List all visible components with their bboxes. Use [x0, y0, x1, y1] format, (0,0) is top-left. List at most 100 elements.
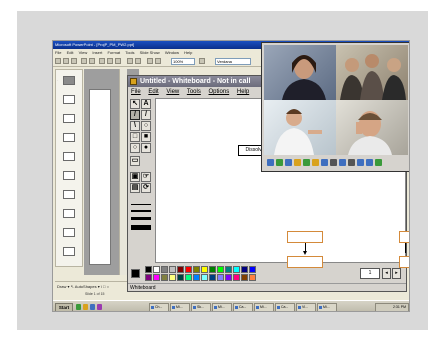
slide-thumbnail[interactable] [63, 152, 75, 161]
copy-icon[interactable] [107, 58, 113, 64]
video-control-icon[interactable] [267, 159, 274, 166]
zoom-icon[interactable]: ○ [141, 121, 151, 131]
menu-insert[interactable]: Insert [92, 50, 102, 55]
wb-menu-view[interactable]: View [166, 89, 179, 95]
vertical-scrollbar[interactable] [119, 69, 127, 275]
slide-thumbnail[interactable] [63, 114, 75, 123]
video-control-icon[interactable] [366, 159, 373, 166]
palette-color-swatch[interactable] [217, 274, 224, 281]
current-color-swatch[interactable] [131, 269, 140, 278]
chart-icon[interactable] [147, 58, 153, 64]
slide-thumbnail[interactable] [63, 228, 75, 237]
zoom-select[interactable]: 100% [171, 58, 195, 65]
table-icon[interactable] [155, 58, 161, 64]
highlighter-icon[interactable]: / [141, 110, 151, 120]
slide-thumbnail[interactable] [63, 209, 75, 218]
palette-color-swatch[interactable] [225, 266, 232, 273]
video-control-icon[interactable] [321, 159, 328, 166]
slide-thumbnail[interactable] [63, 133, 75, 142]
eraser-icon[interactable]: ▭ [130, 156, 140, 166]
quick-launch-icon[interactable] [76, 304, 81, 310]
palette-color-swatch[interactable] [241, 274, 248, 281]
palette-color-swatch[interactable] [145, 274, 152, 281]
taskbar-button[interactable]: Mi... [212, 303, 232, 311]
line-width-thin[interactable] [131, 204, 151, 205]
palette-color-swatch[interactable] [233, 266, 240, 273]
palette-color-swatch[interactable] [225, 274, 232, 281]
video-control-icon[interactable] [330, 159, 337, 166]
text-tool-icon[interactable]: A [141, 99, 151, 109]
menu-edit[interactable]: Edit [67, 50, 74, 55]
wb-menu-tools[interactable]: Tools [187, 89, 201, 95]
filled-ellipse-icon[interactable]: ● [141, 143, 151, 153]
video-control-icon[interactable] [276, 159, 283, 166]
palette-color-swatch[interactable] [145, 266, 152, 273]
palette-color-swatch[interactable] [249, 266, 256, 273]
palette-color-swatch[interactable] [153, 266, 160, 273]
system-tray-clock[interactable]: 2:31 PM [375, 303, 409, 311]
menu-window[interactable]: Window [165, 50, 179, 55]
taskbar-button[interactable]: Ch... [149, 303, 169, 311]
lock-contents-icon[interactable]: ▤ [130, 183, 140, 193]
menu-slide-show[interactable]: Slide Show [140, 50, 160, 55]
palette-color-swatch[interactable] [169, 274, 176, 281]
participant-video[interactable] [264, 45, 336, 100]
taskbar-button[interactable]: Vi... [296, 303, 316, 311]
menu-format[interactable]: Format [107, 50, 120, 55]
video-control-icon[interactable] [375, 159, 382, 166]
menu-tools[interactable]: Tools [125, 50, 134, 55]
wb-menu-options[interactable]: Options [209, 89, 230, 95]
palette-color-swatch[interactable] [201, 266, 208, 273]
filled-rectangle-icon[interactable]: ■ [141, 132, 151, 142]
palette-color-swatch[interactable] [153, 274, 160, 281]
quick-launch-icon[interactable] [83, 304, 88, 310]
start-button[interactable]: Start [55, 303, 73, 311]
palette-color-swatch[interactable] [193, 266, 200, 273]
select-arrow-icon[interactable]: ↖ [130, 99, 140, 109]
previous-page-button[interactable]: ◂ [382, 268, 391, 279]
save-icon[interactable] [71, 58, 77, 64]
participant-video[interactable] [336, 100, 408, 155]
participant-video[interactable] [264, 100, 336, 155]
taskbar-button[interactable]: Ca... [275, 303, 295, 311]
palette-color-swatch[interactable] [233, 274, 240, 281]
palette-color-swatch[interactable] [177, 274, 184, 281]
palette-color-swatch[interactable] [209, 266, 216, 273]
slide-thumbnail[interactable] [63, 95, 75, 104]
page-number-box[interactable]: 1 [360, 268, 380, 279]
flowchart-box[interactable] [399, 256, 409, 268]
slide-thumbnail[interactable] [63, 171, 75, 180]
taskbar-button[interactable]: Mi... [254, 303, 274, 311]
line-width-thick[interactable] [131, 217, 151, 220]
video-control-icon[interactable] [294, 159, 301, 166]
taskbar-button[interactable]: Mi... [317, 303, 337, 311]
palette-color-swatch[interactable] [209, 274, 216, 281]
rectangle-icon[interactable]: □ [130, 132, 140, 142]
palette-color-swatch[interactable] [161, 266, 168, 273]
slide-thumbnail[interactable] [63, 190, 75, 199]
video-control-icon[interactable] [339, 159, 346, 166]
select-area-icon[interactable]: ▣ [130, 172, 140, 182]
taskbar-button[interactable]: Ca... [233, 303, 253, 311]
ellipse-icon[interactable]: ○ [130, 143, 140, 153]
wb-menu-help[interactable]: Help [237, 89, 249, 95]
wb-menu-edit[interactable]: Edit [148, 89, 158, 95]
slide-thumbnail[interactable] [63, 76, 75, 85]
participant-video[interactable] [336, 45, 408, 100]
palette-color-swatch[interactable] [185, 266, 192, 273]
flowchart-box[interactable] [287, 231, 323, 243]
video-control-icon[interactable] [303, 159, 310, 166]
line-tool-icon[interactable]: \ [130, 121, 140, 131]
palette-color-swatch[interactable] [249, 274, 256, 281]
palette-color-swatch[interactable] [217, 266, 224, 273]
palette-color-swatch[interactable] [177, 266, 184, 273]
palette-color-swatch[interactable] [193, 274, 200, 281]
menu-file[interactable]: File [55, 50, 61, 55]
video-control-icon[interactable] [285, 159, 292, 166]
pen-tool-icon[interactable]: / [130, 110, 140, 120]
menu-help[interactable]: Help [184, 50, 192, 55]
video-control-icon[interactable] [348, 159, 355, 166]
menu-view[interactable]: View [79, 50, 88, 55]
palette-color-swatch[interactable] [169, 266, 176, 273]
quick-launch-icon[interactable] [90, 304, 95, 310]
